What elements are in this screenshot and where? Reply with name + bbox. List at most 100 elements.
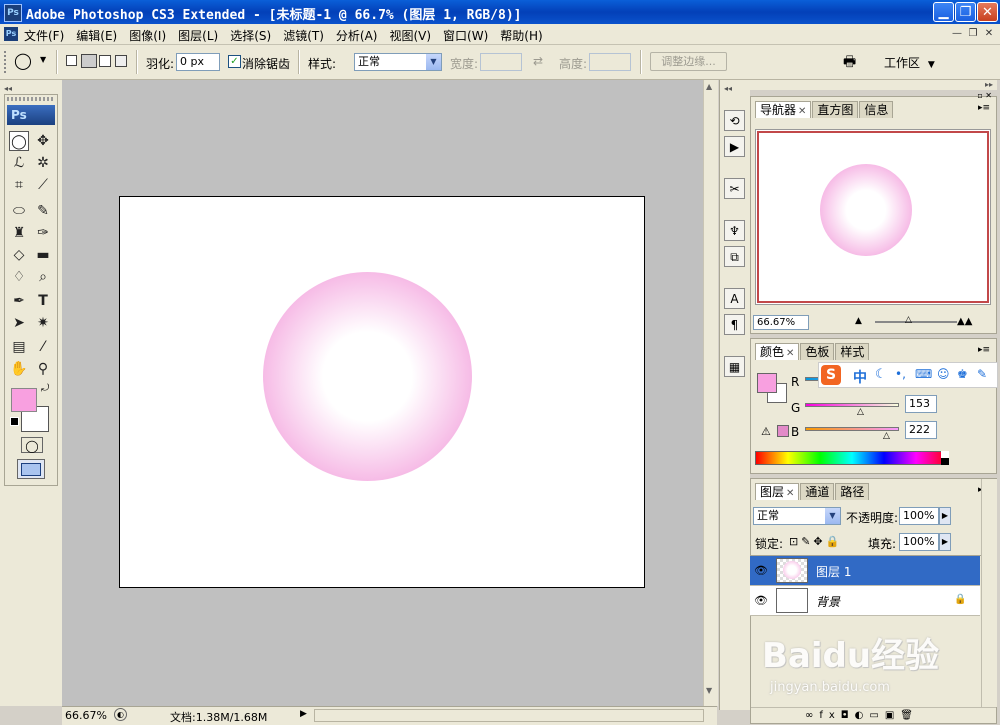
preset-dropdown-icon[interactable]: ▼ xyxy=(40,55,46,64)
skin-icon[interactable]: ♚ xyxy=(957,367,968,381)
intersect-selection-icon[interactable] xyxy=(115,55,127,67)
doc-close-icon[interactable]: ✕ xyxy=(982,27,996,40)
status-zoom[interactable]: 66.67% xyxy=(65,709,107,722)
color-fg-swatch[interactable] xyxy=(757,373,777,393)
document-menu-icon[interactable]: Ps xyxy=(4,27,18,41)
doc-minimize-icon[interactable]: — xyxy=(950,27,964,40)
toolbox-logo[interactable]: Ps xyxy=(7,105,55,125)
subtract-selection-icon[interactable] xyxy=(99,55,111,67)
menu-select[interactable]: 选择(S) xyxy=(230,27,271,44)
clone-source-panel-icon[interactable]: ⧉ xyxy=(724,246,745,267)
add-selection-icon[interactable] xyxy=(81,54,97,68)
fill-input[interactable]: 100% xyxy=(899,533,939,551)
color-menu-icon[interactable]: ▸≡ xyxy=(978,345,990,355)
user-icon[interactable]: ☺ xyxy=(937,367,950,381)
zoom-in-icon[interactable]: ▲▲ xyxy=(957,316,972,327)
tab-close-icon[interactable]: ✕ xyxy=(786,488,794,499)
character-panel-icon[interactable]: A xyxy=(724,288,745,309)
tab-styles[interactable]: 样式 xyxy=(835,343,870,360)
status-info-icon[interactable]: ◐ xyxy=(114,708,127,721)
menu-edit[interactable]: 编辑(E) xyxy=(76,27,117,44)
restore-button[interactable]: ❐ xyxy=(955,2,976,22)
navigator-preview[interactable] xyxy=(755,129,991,305)
type-tool-icon[interactable]: T xyxy=(33,291,53,311)
tab-close-icon[interactable]: ✕ xyxy=(798,106,806,117)
history-panel-icon[interactable]: ⟲ xyxy=(724,110,745,131)
layer-name[interactable]: 图层 1 xyxy=(816,563,851,580)
actions-panel-icon[interactable]: ▶ xyxy=(724,136,745,157)
navigator-menu-icon[interactable]: ▸≡ xyxy=(978,103,990,113)
color-spectrum-bar[interactable] xyxy=(755,451,949,465)
tab-close-icon[interactable]: ✕ xyxy=(786,348,794,359)
custom-shape-tool-icon[interactable]: ✷ xyxy=(33,313,53,333)
paragraph-panel-icon[interactable]: ¶ xyxy=(724,314,745,335)
dodge-tool-icon[interactable]: ⌕ xyxy=(33,267,53,287)
document-canvas[interactable] xyxy=(119,196,645,588)
panels-expand-icon[interactable]: ▸▸ xyxy=(985,80,993,89)
menu-view[interactable]: 视图(V) xyxy=(389,27,431,44)
foreground-color-swatch[interactable] xyxy=(11,388,37,412)
photoshop-app-icon[interactable]: Ps xyxy=(4,4,22,22)
magic-wand-tool-icon[interactable]: ✲ xyxy=(33,153,53,173)
hand-tool-icon[interactable]: ✋ xyxy=(9,359,29,379)
layer-row[interactable]: 👁 图层 1 xyxy=(750,556,980,586)
default-colors-icon[interactable] xyxy=(10,417,19,426)
tab-navigator[interactable]: 导航器 ✕ xyxy=(755,101,812,118)
zoom-tool-icon[interactable]: ⚲ xyxy=(33,359,53,379)
spectrum-white-swatch[interactable] xyxy=(941,451,949,458)
channel-g-input[interactable]: 153 xyxy=(905,395,937,413)
zoom-out-icon[interactable]: ▲ xyxy=(855,316,862,326)
ime-chinese-mode[interactable]: 中 xyxy=(853,367,867,387)
crop-tool-icon[interactable]: ⌗ xyxy=(9,175,29,195)
tab-info[interactable]: 信息 xyxy=(859,101,894,118)
visibility-eye-icon[interactable]: 👁 xyxy=(754,564,768,578)
tab-swatches[interactable]: 色板 xyxy=(800,343,835,360)
gradient-tool-icon[interactable]: ▬ xyxy=(33,245,53,265)
scroll-up-icon[interactable]: ▲ xyxy=(706,82,712,91)
width-input[interactable] xyxy=(480,53,522,71)
menu-analysis[interactable]: 分析(A) xyxy=(336,27,378,44)
minimize-button[interactable]: ▁ xyxy=(933,2,954,22)
elliptical-marquee-tool-icon[interactable]: ◯ xyxy=(9,131,29,151)
brush-tool-icon[interactable]: ✎ xyxy=(33,201,53,221)
toolbox-grip[interactable] xyxy=(7,97,55,101)
antialias-checkbox[interactable]: ✓ xyxy=(228,55,241,68)
eyedropper-tool-icon[interactable]: ⁄ xyxy=(33,337,53,357)
new-selection-icon[interactable] xyxy=(66,55,77,66)
gamut-color-swatch[interactable] xyxy=(777,425,789,437)
channel-g-handle[interactable]: △ xyxy=(857,407,864,417)
dock-collapse-icon[interactable]: ◂◂ xyxy=(724,84,732,93)
menu-window[interactable]: 窗口(W) xyxy=(443,27,488,44)
pen-tool-icon[interactable]: ✒ xyxy=(9,291,29,311)
layer-name[interactable]: 背景 xyxy=(816,593,840,610)
spectrum-black-swatch[interactable] xyxy=(941,458,949,465)
tab-paths[interactable]: 路径 xyxy=(835,483,870,500)
blend-mode-select[interactable]: 正常 ▼ xyxy=(753,507,841,525)
menu-filter[interactable]: 滤镜(T) xyxy=(283,27,324,44)
clone-stamp-tool-icon[interactable]: ♜ xyxy=(9,223,29,243)
out-of-gamut-warning-icon[interactable]: ⚠ xyxy=(761,425,771,438)
slice-tool-icon[interactable]: ⟋ xyxy=(33,175,53,195)
close-button[interactable]: ✕ xyxy=(977,2,998,22)
tab-color[interactable]: 颜色 ✕ xyxy=(755,343,800,360)
style-select[interactable]: 正常 ▼ xyxy=(354,53,442,71)
lock-icons[interactable]: ⊡✎✥🔒 xyxy=(789,535,842,548)
swap-arrows-icon[interactable]: ⇄ xyxy=(533,54,543,68)
scroll-down-icon[interactable]: ▼ xyxy=(706,686,712,695)
elliptical-marquee-preset-icon[interactable]: ◯ xyxy=(14,52,36,70)
eraser-tool-icon[interactable]: ◇ xyxy=(9,245,29,265)
swap-colors-icon[interactable]: ⤾ xyxy=(41,383,49,394)
tab-layers[interactable]: 图层 ✕ xyxy=(755,483,800,500)
workspace-button[interactable]: 工作区 ▼ xyxy=(884,54,935,71)
chevron-down-icon[interactable]: ▼ xyxy=(426,54,441,70)
vertical-scrollbar[interactable]: ▲ ▼ xyxy=(703,80,718,706)
menu-layer[interactable]: 图层(L) xyxy=(178,27,218,44)
navigator-close-icon[interactable]: ▫ ✕ xyxy=(977,91,992,100)
quick-mask-icon[interactable]: ◯ xyxy=(21,437,43,453)
moon-icon[interactable]: ☾ xyxy=(875,367,887,382)
status-menu-arrow-icon[interactable]: ▶ xyxy=(300,709,307,719)
menu-help[interactable]: 帮助(H) xyxy=(500,27,542,44)
zoom-slider-handle[interactable]: △ xyxy=(905,315,912,325)
layer-row[interactable]: 👁 背景 🔒 xyxy=(750,586,980,616)
tab-histogram[interactable]: 直方图 xyxy=(812,101,859,118)
